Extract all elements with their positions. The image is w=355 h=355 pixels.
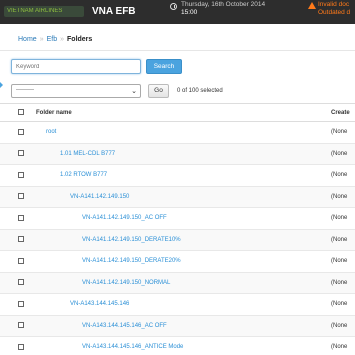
outdated-documents-link[interactable]: Outdated d <box>318 9 350 16</box>
search-input[interactable] <box>11 59 141 74</box>
table-row: VN-A141.142.149.150_DERATE10% (None <box>0 229 355 251</box>
created-cell: (None <box>331 164 355 187</box>
folder-name-link[interactable]: VN-A143.144.145.146_ANTICE Mode <box>36 336 331 355</box>
table-row: VN-A143.144.145.146_AC OFF (None <box>0 315 355 337</box>
row-checkbox[interactable] <box>18 322 24 329</box>
selected-count: 0 of 100 selected <box>177 88 223 94</box>
table-header-row: Folder name Create <box>0 103 355 122</box>
row-checkbox[interactable] <box>18 128 24 135</box>
breadcrumb-home[interactable]: Home <box>18 36 37 43</box>
table-row: root (None <box>0 121 355 144</box>
breadcrumb: Home» Efb» Folders <box>18 36 92 43</box>
breadcrumb-efb[interactable]: Efb <box>47 36 58 43</box>
action-select[interactable]: --------- ⌄ <box>11 84 141 98</box>
created-cell: (None <box>331 272 355 294</box>
breadcrumb-separator: » <box>39 36 44 43</box>
row-checkbox[interactable] <box>18 236 24 243</box>
clock-icon <box>170 3 177 10</box>
table-row: 1.01 MEL-CDL B777 (None <box>0 143 355 165</box>
created-cell: (None <box>331 293 355 316</box>
created-cell: (None <box>331 229 355 251</box>
created-cell: (None <box>331 186 355 208</box>
select-all-cell <box>0 103 36 122</box>
row-checkbox[interactable] <box>18 193 24 200</box>
column-header-folder-name[interactable]: Folder name <box>36 103 331 122</box>
folder-name-link[interactable]: 1.02 RTOW B777 <box>36 164 331 187</box>
folder-name-link[interactable]: 1.01 MEL-CDL B777 <box>36 143 331 165</box>
table-row: VN-A141.142.149.150_NORMAL (None <box>0 272 355 294</box>
logo-text: VIETNAM AIRLINES <box>7 8 63 14</box>
folder-name-link[interactable]: VN-A143.144.145.146 <box>36 293 331 316</box>
sidebar-toggle-icon[interactable] <box>0 82 3 88</box>
invalid-documents-link[interactable]: Invalid doc <box>318 1 349 8</box>
search-button[interactable]: Search <box>146 59 182 74</box>
folders-table: Folder name Create root (None 1.01 MEL-C… <box>0 103 355 355</box>
folder-name-link[interactable]: VN-A141.142.149.150 <box>36 186 331 208</box>
row-checkbox[interactable] <box>18 257 24 264</box>
breadcrumb-separator: » <box>60 36 65 43</box>
folder-name-link[interactable]: VN-A141.142.149.150_DERATE10% <box>36 229 331 251</box>
created-cell: (None <box>331 143 355 165</box>
warning-icon <box>308 2 316 9</box>
top-navigation-bar: VIETNAM AIRLINES VNA EFB Thursday, 16th … <box>0 0 355 24</box>
airline-logo[interactable]: VIETNAM AIRLINES <box>4 6 84 17</box>
divider <box>0 50 355 51</box>
chevron-down-icon: ⌄ <box>131 88 137 95</box>
table-row: VN-A143.144.145.146 (None <box>0 293 355 316</box>
table-row: VN-A143.144.145.146_ANTICE Mode (None <box>0 336 355 355</box>
row-checkbox[interactable] <box>18 300 24 307</box>
app-title: VNA EFB <box>92 6 136 17</box>
folder-name-link[interactable]: VN-A143.144.145.146_AC OFF <box>36 315 331 337</box>
folder-name-link[interactable]: VN-A141.142.149.150_DERATE20% <box>36 250 331 273</box>
breadcrumb-current: Folders <box>67 36 93 43</box>
created-cell: (None <box>331 121 355 144</box>
row-checkbox[interactable] <box>18 150 24 157</box>
created-cell: (None <box>331 336 355 355</box>
created-cell: (None <box>331 207 355 230</box>
table-row: 1.02 RTOW B777 (None <box>0 164 355 187</box>
current-date: Thursday, 16th October 2014 <box>181 1 266 8</box>
created-cell: (None <box>331 315 355 337</box>
table-row: VN-A141.142.149.150_DERATE20% (None <box>0 250 355 273</box>
row-checkbox[interactable] <box>18 279 24 286</box>
column-header-created[interactable]: Create <box>331 103 355 122</box>
folder-name-link[interactable]: VN-A141.142.149.150_AC OFF <box>36 207 331 230</box>
folder-name-link[interactable]: VN-A141.142.149.150_NORMAL <box>36 272 331 294</box>
table-row: VN-A141.142.149.150_AC OFF (None <box>0 207 355 230</box>
row-checkbox[interactable] <box>18 171 24 178</box>
table-row: VN-A141.142.149.150 (None <box>0 186 355 208</box>
row-checkbox[interactable] <box>18 214 24 221</box>
created-cell: (None <box>331 250 355 273</box>
folder-name-link[interactable]: root <box>36 121 331 144</box>
go-button[interactable]: Go <box>148 84 169 98</box>
current-time: 15:00 <box>181 9 198 16</box>
select-all-checkbox[interactable] <box>18 109 24 116</box>
action-select-value: --------- <box>16 87 34 93</box>
row-checkbox[interactable] <box>18 343 24 350</box>
